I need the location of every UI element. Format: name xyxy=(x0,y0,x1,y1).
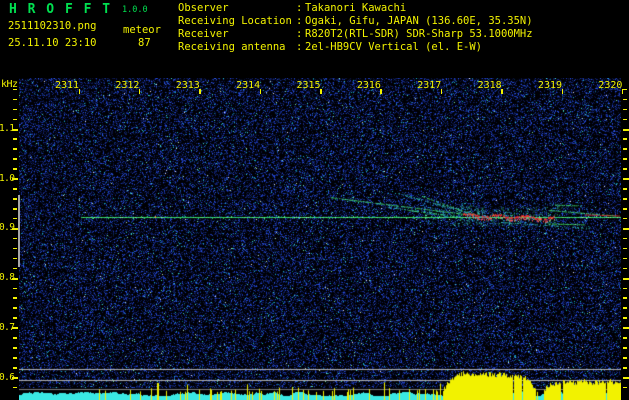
x-axis-tick-label: 2317 xyxy=(417,80,442,91)
y-axis-tick-right xyxy=(622,118,627,121)
y-axis-tick-right xyxy=(622,317,627,319)
y-axis-tick xyxy=(13,98,17,101)
y-axis-tick xyxy=(13,188,17,190)
y-axis-tick xyxy=(13,317,17,319)
station-info-block: Observer: Takanori Kawachi Receiving Loca… xyxy=(178,2,533,54)
y-axis-tick xyxy=(13,198,17,200)
y-axis-tick-right xyxy=(622,168,627,170)
info-row-antenna: Receiving antenna:2el-HB9CV Vertical (el… xyxy=(178,41,533,54)
y-axis-tick xyxy=(13,347,17,349)
x-axis-tick-label: 2311 xyxy=(54,80,80,91)
info-value: Ogaki, Gifu, JAPAN (136.60E, 35.35N) xyxy=(305,15,533,27)
x-axis-tick-label: 2316 xyxy=(356,80,381,91)
x-axis-tick-label: 2314 xyxy=(236,80,261,91)
y-axis-tick xyxy=(13,88,17,91)
x-axis-tick-label: 2313 xyxy=(175,80,200,91)
info-value: Takanori Kawachi xyxy=(305,2,407,14)
y-axis-tick-right xyxy=(622,377,629,379)
y-axis-tick-label: 0.9 xyxy=(0,222,15,234)
x-axis-tick-label: 2315 xyxy=(296,80,321,91)
y-axis-tick xyxy=(13,148,17,150)
y-axis-tick-right xyxy=(622,178,629,181)
y-axis-tick xyxy=(13,247,17,250)
info-separator: : xyxy=(296,2,303,14)
y-axis-tick-right xyxy=(622,188,627,190)
y-axis-tick-right xyxy=(622,347,627,349)
y-axis-tick xyxy=(13,108,17,111)
y-axis-tick-right xyxy=(622,138,627,140)
y-axis-tick-right xyxy=(622,247,627,250)
echo-duration-marker xyxy=(17,195,20,267)
spectrogram-canvas xyxy=(19,78,621,400)
y-axis-tick-label: 0.7 xyxy=(0,321,15,333)
y-axis-tick-right xyxy=(622,98,627,101)
info-value: R820T2(RTL-SDR) SDR-Sharp 53.1000MHz xyxy=(305,28,533,40)
y-axis-tick xyxy=(13,168,17,170)
y-axis-tick-label: 1.0 xyxy=(0,172,15,184)
y-axis-tick-right xyxy=(622,267,627,270)
meteor-echo-count: 87 xyxy=(138,37,151,49)
y-axis-tick-label: 1.1 xyxy=(0,123,15,134)
y-axis-tick-right xyxy=(622,158,627,160)
x-axis-tick-label: 2319 xyxy=(537,80,563,91)
y-axis-tick xyxy=(13,208,17,210)
info-value: 2el-HB9CV Vertical (el. E-W) xyxy=(305,41,483,53)
y-axis-tick xyxy=(13,118,17,121)
info-label: Receiver xyxy=(178,28,229,40)
info-row-receiver: Receiver: R820T2(RTL-SDR) SDR-Sharp 53.10… xyxy=(178,28,533,41)
y-axis-tick-right xyxy=(622,257,627,260)
y-axis-tick-right xyxy=(622,237,627,240)
info-label: Receiving antenna xyxy=(178,41,286,53)
info-separator: : xyxy=(296,41,303,53)
y-axis-tick xyxy=(13,138,17,140)
y-axis-tick-right xyxy=(622,227,629,230)
y-axis-tick-right xyxy=(622,148,627,150)
y-axis-tick xyxy=(13,267,17,270)
x-axis-tick-label: 2318 xyxy=(477,80,502,91)
y-axis-tick xyxy=(13,357,17,359)
y-axis-tick-right xyxy=(622,386,627,389)
y-axis-tick-right xyxy=(622,128,629,131)
y-axis-tick xyxy=(13,287,17,290)
app-title: H R O F F T xyxy=(9,2,112,17)
y-axis-tick-right xyxy=(622,217,627,220)
y-axis-tick-right xyxy=(622,198,627,200)
y-axis-tick-right xyxy=(622,277,629,280)
y-axis-tick-right xyxy=(622,208,627,210)
y-axis-tick xyxy=(13,337,17,339)
info-row-observer: Observer: Takanori Kawachi xyxy=(178,2,533,15)
info-label: Observer xyxy=(178,2,229,14)
info-separator: : xyxy=(296,15,303,27)
info-label: Receiving Location xyxy=(178,15,292,27)
observation-mode-label: meteor xyxy=(123,24,161,36)
y-axis-tick xyxy=(13,367,17,369)
info-row-location: Receiving Location: Ogaki, Gifu, JAPAN (1… xyxy=(178,15,533,28)
y-axis-tick xyxy=(13,386,17,389)
y-axis-tick-right xyxy=(622,297,627,299)
y-axis-tick xyxy=(13,297,17,299)
app-version: 1.0.0 xyxy=(122,5,148,15)
x-axis-tick-label: 2320 xyxy=(598,80,623,91)
y-axis-tick-label: 0.6 xyxy=(0,371,15,383)
x-axis-tick-label: 2312 xyxy=(115,80,140,91)
y-axis-tick xyxy=(13,307,17,309)
y-axis-tick-right xyxy=(622,287,627,290)
y-axis-tick-right xyxy=(622,108,627,111)
y-axis-tick-right xyxy=(622,337,627,339)
y-axis-tick xyxy=(13,257,17,260)
info-separator: : xyxy=(296,28,303,40)
y-axis-tick-right xyxy=(622,357,627,359)
observation-datetime: 25.11.10 23:10 xyxy=(8,37,97,49)
y-axis-tick-label: 0.8 xyxy=(0,272,15,284)
y-axis-tick-right xyxy=(622,327,629,330)
y-axis-tick-right xyxy=(622,307,627,309)
y-axis-tick xyxy=(13,158,17,160)
y-axis-tick xyxy=(13,217,17,220)
y-axis-tick xyxy=(13,237,17,240)
output-filename: 2511102310.png xyxy=(8,20,97,32)
hrofft-window: H R O F F T 1.0.0 2511102310.png meteor … xyxy=(0,0,629,400)
y-axis-tick-right xyxy=(622,367,627,369)
